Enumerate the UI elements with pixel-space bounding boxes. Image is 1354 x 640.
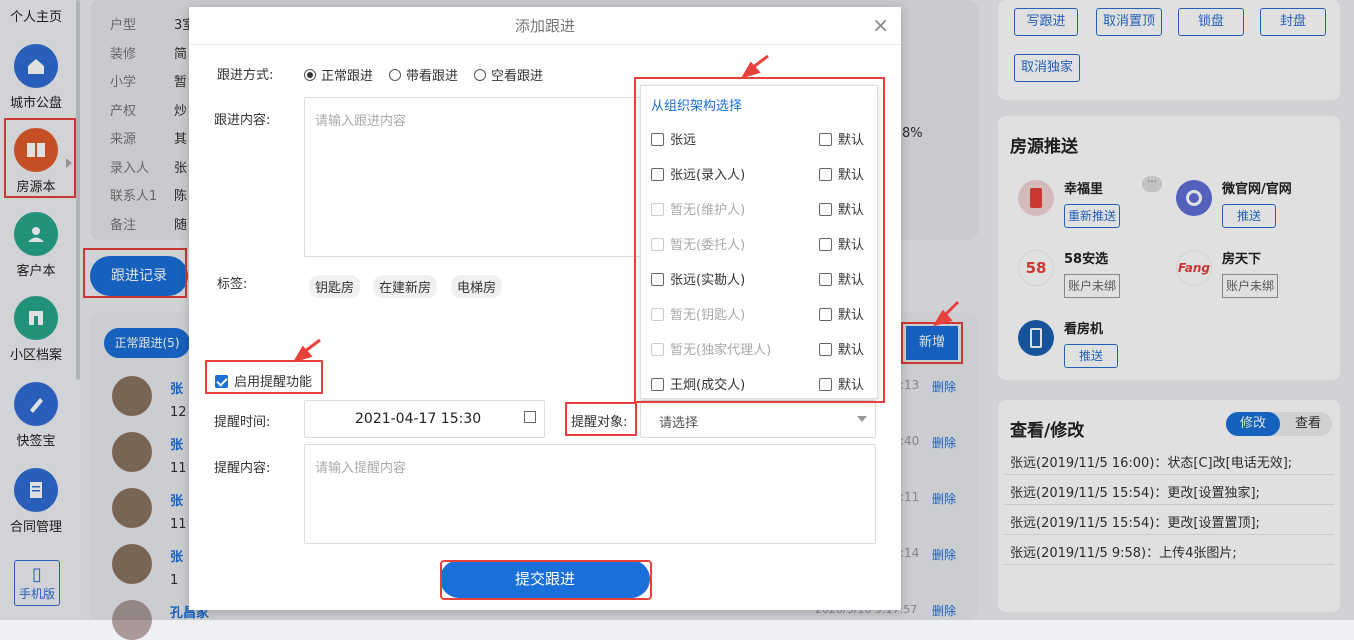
annotation-arrows	[292, 54, 960, 363]
